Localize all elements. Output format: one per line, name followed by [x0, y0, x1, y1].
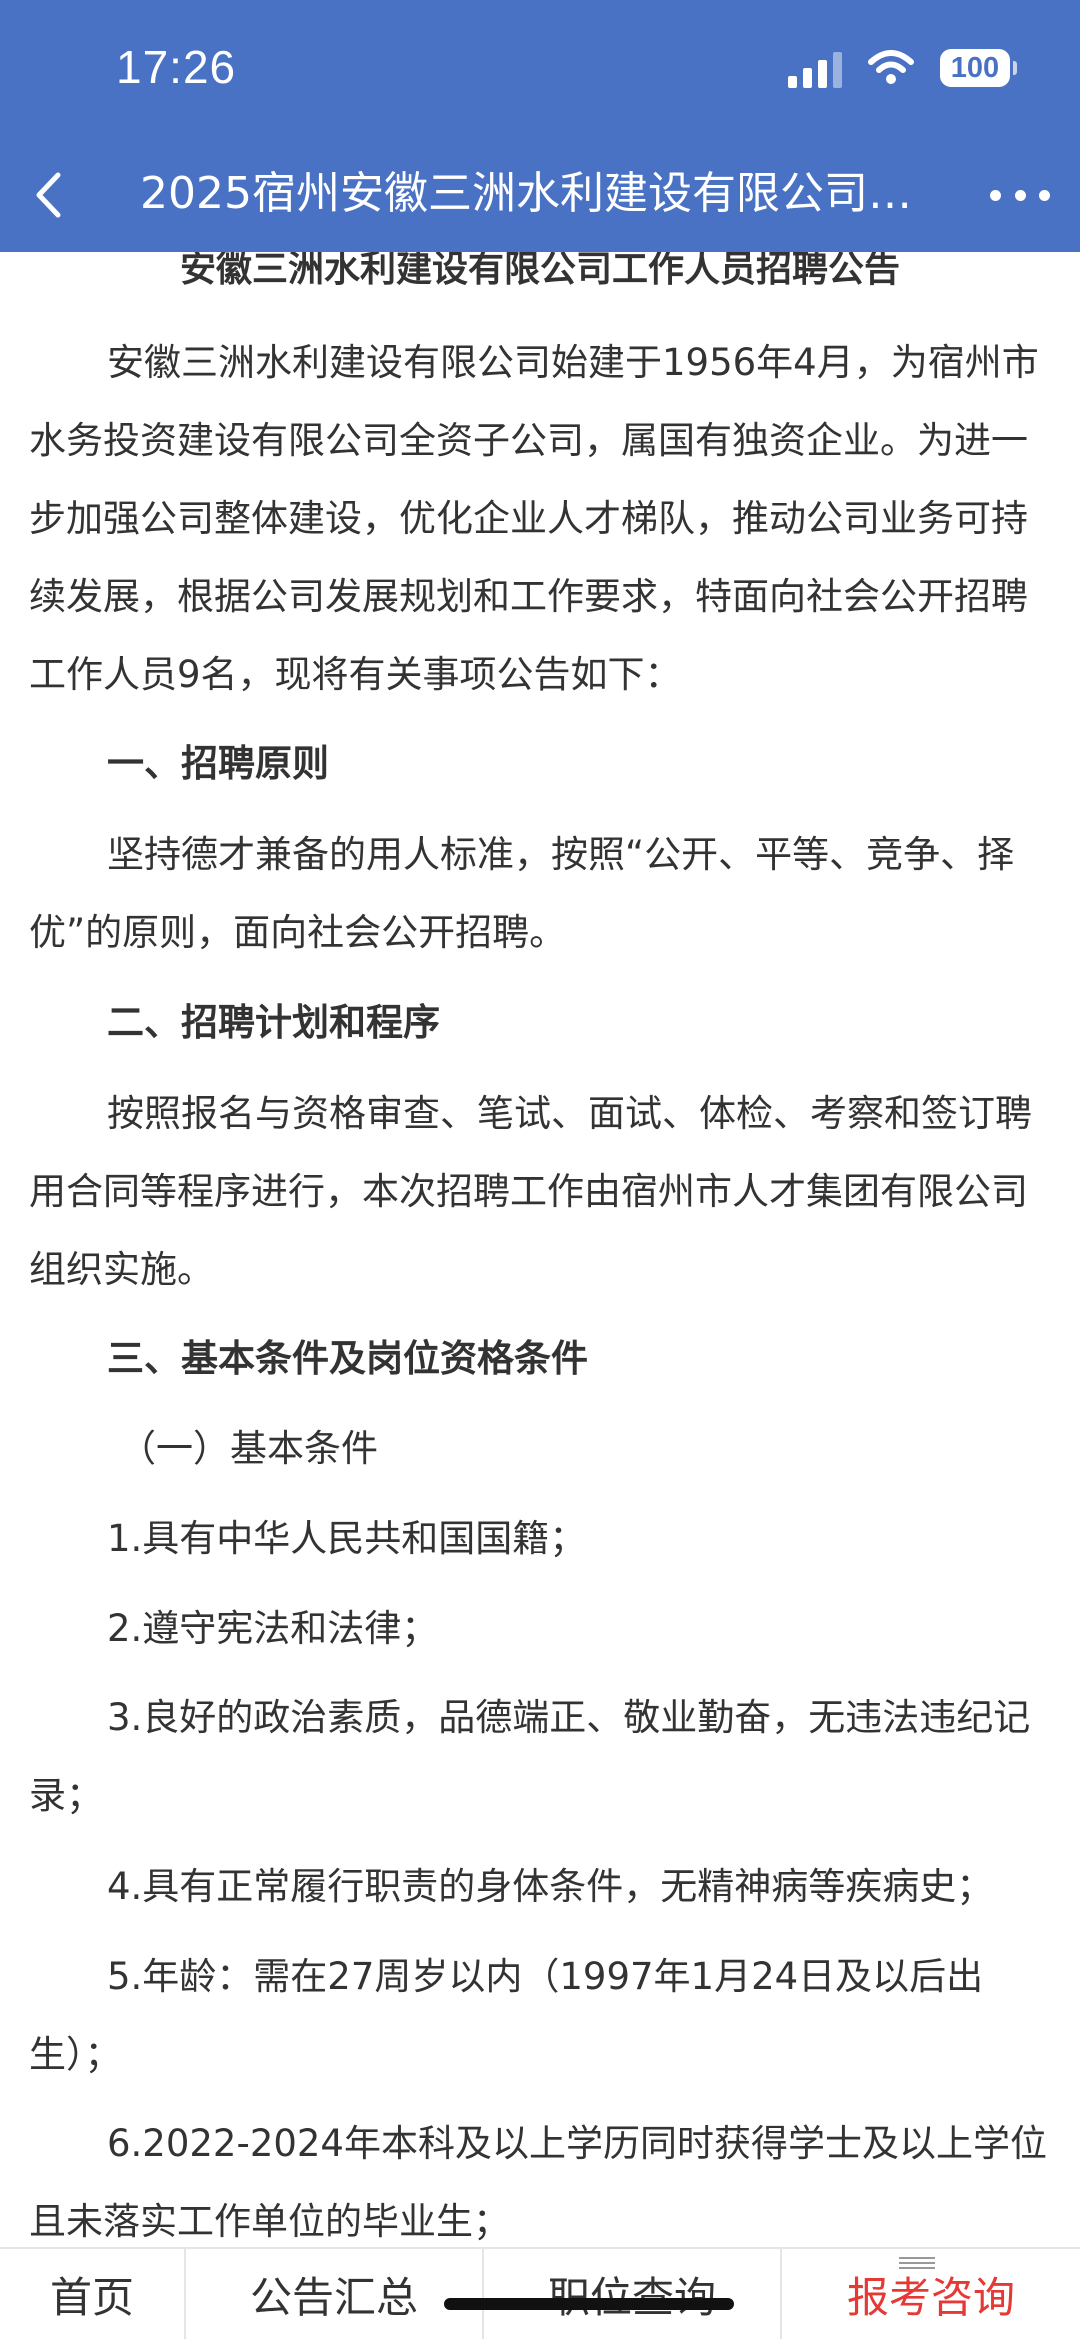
section-heading-plan: 二、招聘计划和程序	[107, 1001, 440, 1044]
list-item: 3.良好的政治素质，品德端正、敬业勤奋，无违法违纪记录；	[29, 1696, 1031, 1817]
tab-home[interactable]: 首页	[0, 2249, 186, 2339]
section-heading-conditions: 三、基本条件及岗位资格条件	[107, 1337, 588, 1380]
tab-consultation[interactable]: 报考咨询	[782, 2249, 1080, 2339]
status-icons: 100	[788, 48, 1017, 88]
more-horizontal-icon[interactable]	[990, 170, 1050, 220]
tab-consultation-label: 报考咨询	[846, 2272, 1015, 2322]
paragraph-plan: 按照报名与资格审查、笔试、面试、体检、考察和签订聘用合同等程序进行，本次招聘工作…	[29, 1092, 1032, 1291]
paragraph-principle: 坚持德才兼备的用人标准，按照“公开、平等、竞争、择优”的原则，面向社会公开招聘。	[29, 833, 1015, 954]
app-header: 17:26 100 2025宿州安徽三洲水利建设有限公司工作人员招聘公告	[0, 0, 1080, 252]
list-item: 2.遵守宪法和法律；	[107, 1607, 439, 1650]
article-title: 安徽三洲水利建设有限公司工作人员招聘公告	[179, 252, 900, 290]
paragraph-intro: 安徽三洲水利建设有限公司始建于1956年4月，为宿州市水务投资建设有限公司全资子…	[29, 341, 1039, 696]
tab-job-search[interactable]: 职位查询	[484, 2249, 782, 2339]
subsection-heading-basic: （一）基本条件	[119, 1427, 378, 1470]
chevron-left-icon[interactable]	[20, 167, 76, 223]
list-item: 6.2022-2024年本科及以上学历同时获得学士及以上学位且未落实工作单位的毕…	[29, 2122, 1047, 2243]
list-item: 5.年龄：需在27周岁以内（1997年1月24日及以后出生）；	[29, 1955, 984, 2076]
list-item: 1.具有中华人民共和国国籍；	[107, 1517, 587, 1560]
list-item: 4.具有正常履行职责的身体条件，无精神病等疾病史；	[107, 1865, 994, 1908]
article-content: 安徽三洲水利建设有限公司工作人员招聘公告 安徽三洲水利建设有限公司始建于1956…	[0, 252, 1080, 2252]
wifi-icon	[868, 50, 914, 84]
battery-icon: 100	[940, 49, 1017, 87]
menu-icon	[899, 2257, 935, 2269]
bottom-tab-bar: 首页 公告汇总 职位查询 报考咨询	[0, 2247, 1080, 2339]
status-time: 17:26	[116, 41, 237, 93]
page-title: 2025宿州安徽三洲水利建设有限公司工作人员招聘公告	[140, 168, 940, 219]
home-indicator[interactable]	[444, 2298, 734, 2310]
nav-bar: 2025宿州安徽三洲水利建设有限公司工作人员招聘公告	[0, 150, 1080, 240]
cellular-signal-icon	[788, 48, 842, 88]
section-heading-principle: 一、招聘原则	[107, 742, 329, 785]
tab-announcements[interactable]: 公告汇总	[186, 2249, 484, 2339]
